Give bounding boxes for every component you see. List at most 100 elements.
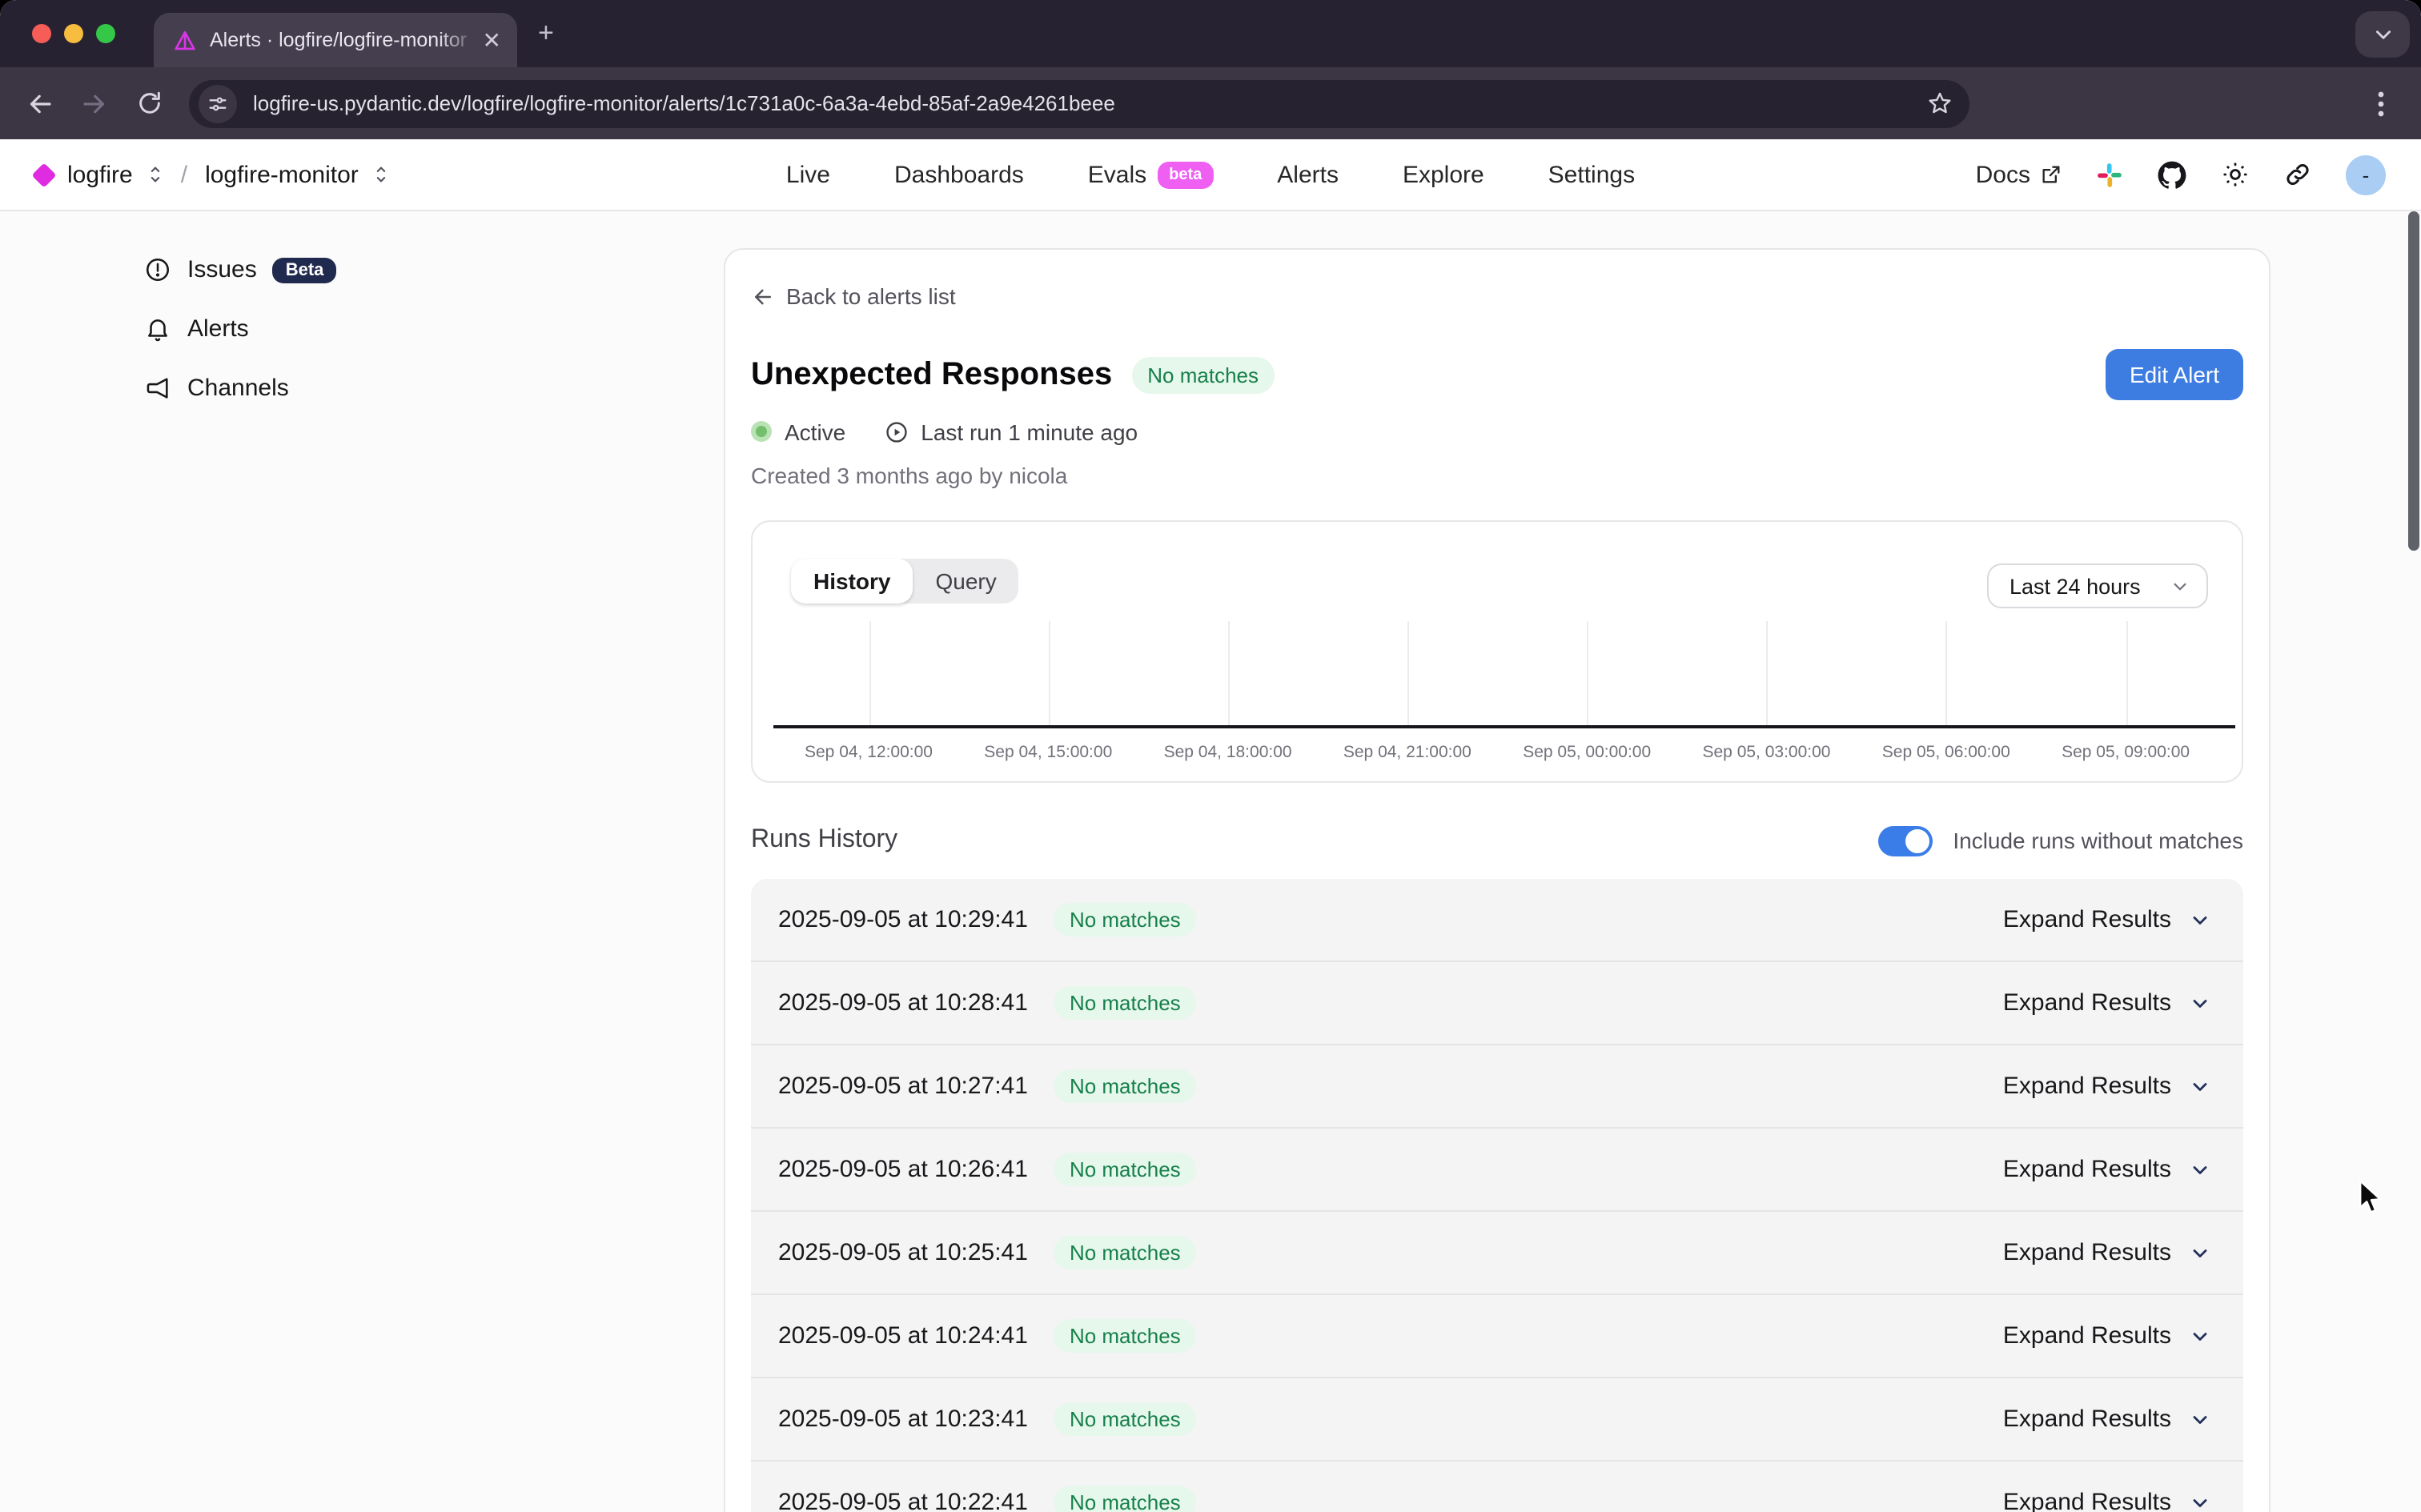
expand-results-button[interactable]: Expand Results <box>2003 1156 2211 1183</box>
forward-icon[interactable] <box>70 79 118 127</box>
chart-gridline <box>1048 621 1050 725</box>
tab-close-icon[interactable]: ✕ <box>480 26 504 54</box>
breadcrumb: logfire / logfire-monitor <box>35 161 389 188</box>
expand-results-label: Expand Results <box>2003 1406 2171 1433</box>
sort-chevrons-icon[interactable] <box>373 165 389 184</box>
window-minimize-button[interactable] <box>64 24 83 43</box>
nav-settings[interactable]: Settings <box>1548 161 1635 188</box>
alert-status-row: Active Last run 1 minute ago <box>751 416 2243 447</box>
edit-alert-button[interactable]: Edit Alert <box>2106 349 2243 400</box>
external-link-icon <box>2040 163 2062 186</box>
expand-results-button[interactable]: Expand Results <box>2003 1322 2211 1350</box>
browser-menu-icon[interactable] <box>2357 79 2405 127</box>
expand-results-button[interactable]: Expand Results <box>2003 1489 2211 1512</box>
run-no-matches-badge: No matches <box>1054 1486 1197 1512</box>
sort-chevrons-icon[interactable] <box>147 165 163 184</box>
nav-utilities: Docs - <box>1976 154 2386 195</box>
chevron-down-icon <box>2189 1408 2211 1430</box>
run-timestamp: 2025-09-05 at 10:29:41 <box>778 906 1028 933</box>
alert-history-panel: History Query Last 24 hours Sep 04, 12:0… <box>751 520 2243 783</box>
sidebar-item-label: Channels <box>187 375 289 402</box>
alert-circle-icon <box>144 256 171 283</box>
run-timestamp: 2025-09-05 at 10:24:41 <box>778 1322 1028 1350</box>
breadcrumb-separator: / <box>181 161 187 188</box>
sidebar-item-channels[interactable]: Channels <box>144 367 336 410</box>
share-link-icon[interactable] <box>2283 160 2312 189</box>
run-no-matches-badge: No matches <box>1054 1153 1197 1186</box>
active-status-dot <box>751 421 772 442</box>
tab-history[interactable]: History <box>791 559 913 604</box>
run-timestamp: 2025-09-05 at 10:22:41 <box>778 1489 1028 1512</box>
run-row: 2025-09-05 at 10:24:41 No matches Expand… <box>751 1293 2243 1377</box>
back-arrow-icon <box>751 284 775 308</box>
nav-evals[interactable]: Evalsbeta <box>1088 161 1214 188</box>
expand-results-button[interactable]: Expand Results <box>2003 989 2211 1017</box>
bookmark-star-icon[interactable] <box>1926 90 1953 117</box>
reload-icon[interactable] <box>125 79 173 127</box>
run-row: 2025-09-05 at 10:25:41 No matches Expand… <box>751 1210 2243 1293</box>
org-selector[interactable]: logfire <box>67 161 133 188</box>
include-runs-toggle[interactable] <box>1877 825 1932 856</box>
chevron-down-icon <box>2189 1241 2211 1264</box>
logfire-logo-icon <box>31 162 56 186</box>
address-bar[interactable]: logfire-us.pydantic.dev/logfire/logfire-… <box>189 79 1969 127</box>
site-settings-icon[interactable] <box>199 84 237 122</box>
docs-link[interactable]: Docs <box>1976 161 2062 188</box>
expand-results-button[interactable]: Expand Results <box>2003 1406 2211 1433</box>
chart-gridline <box>1767 621 1769 725</box>
tab-favicon-logfire-icon <box>173 28 197 52</box>
tab-query[interactable]: Query <box>913 559 1018 604</box>
url-text[interactable]: logfire-us.pydantic.dev/logfire/logfire-… <box>253 91 1926 115</box>
run-timestamp: 2025-09-05 at 10:26:41 <box>778 1156 1028 1183</box>
window-controls <box>32 24 115 43</box>
app-nav: logfire / logfire-monitor Live Dashboard… <box>0 139 2421 211</box>
nav-alerts[interactable]: Alerts <box>1277 161 1339 188</box>
expand-results-label: Expand Results <box>2003 1156 2171 1183</box>
back-to-alerts-link[interactable]: Back to alerts list <box>751 280 2243 312</box>
runs-history-header: Runs History Include runs without matche… <box>751 823 2243 858</box>
nav-dashboards[interactable]: Dashboards <box>894 161 1024 188</box>
expand-results-label: Expand Results <box>2003 1489 2171 1512</box>
chart-x-axis <box>773 725 2235 728</box>
back-icon[interactable] <box>16 79 64 127</box>
mouse-cursor <box>2357 1178 2384 1217</box>
user-avatar[interactable]: - <box>2346 154 2386 195</box>
window-zoom-button[interactable] <box>96 24 115 43</box>
browser-toolbar: logfire-us.pydantic.dev/logfire/logfire-… <box>0 67 2421 139</box>
github-icon[interactable] <box>2157 159 2187 190</box>
created-by-text: Created 3 months ago by nicola <box>751 463 2243 491</box>
nav-live[interactable]: Live <box>786 161 830 188</box>
runs-list: 2025-09-05 at 10:29:41 No matches Expand… <box>751 879 2243 1512</box>
run-row: 2025-09-05 at 10:29:41 No matches Expand… <box>751 879 2243 961</box>
expand-results-label: Expand Results <box>2003 1073 2171 1100</box>
alert-title-row: Unexpected Responses No matches Edit Ale… <box>751 351 2243 399</box>
run-no-matches-badge: No matches <box>1054 1069 1197 1103</box>
new-tab-button[interactable]: + <box>538 19 554 46</box>
expand-results-button[interactable]: Expand Results <box>2003 1073 2211 1100</box>
window-close-button[interactable] <box>32 24 51 43</box>
chart-tick-label: Sep 05, 06:00:00 <box>1882 743 2010 762</box>
expand-results-button[interactable]: Expand Results <box>2003 1239 2211 1266</box>
sidebar-item-issues[interactable]: Issues Beta <box>144 248 336 291</box>
run-no-matches-badge: No matches <box>1054 1236 1197 1269</box>
page-content: Issues Beta Alerts Channels Back to aler… <box>0 211 2421 1512</box>
chevron-down-icon <box>2189 992 2211 1014</box>
theme-sun-icon[interactable] <box>2221 160 2250 189</box>
time-range-select[interactable]: Last 24 hours <box>1987 563 2208 608</box>
run-row: 2025-09-05 at 10:23:41 No matches Expand… <box>751 1377 2243 1460</box>
project-selector[interactable]: logfire-monitor <box>205 161 359 188</box>
run-timestamp: 2025-09-05 at 10:23:41 <box>778 1406 1028 1433</box>
chart-tick-label: Sep 04, 12:00:00 <box>805 743 933 762</box>
run-row: 2025-09-05 at 10:28:41 No matches Expand… <box>751 961 2243 1044</box>
tab-search-chevron-icon[interactable] <box>2355 11 2410 58</box>
scrollbar-thumb[interactable] <box>2408 211 2419 551</box>
runs-history-title: Runs History <box>751 826 897 855</box>
run-row: 2025-09-05 at 10:26:41 No matches Expand… <box>751 1127 2243 1210</box>
browser-tab-active[interactable]: Alerts · logfire/logfire-monitor ✕ <box>154 13 517 67</box>
slack-icon[interactable] <box>2096 161 2123 188</box>
chart-tick-label: Sep 04, 21:00:00 <box>1343 743 1471 762</box>
nav-explore[interactable]: Explore <box>1403 161 1484 188</box>
sidebar-item-alerts[interactable]: Alerts <box>144 307 336 351</box>
run-no-matches-badge: No matches <box>1054 1319 1197 1353</box>
expand-results-button[interactable]: Expand Results <box>2003 906 2211 933</box>
